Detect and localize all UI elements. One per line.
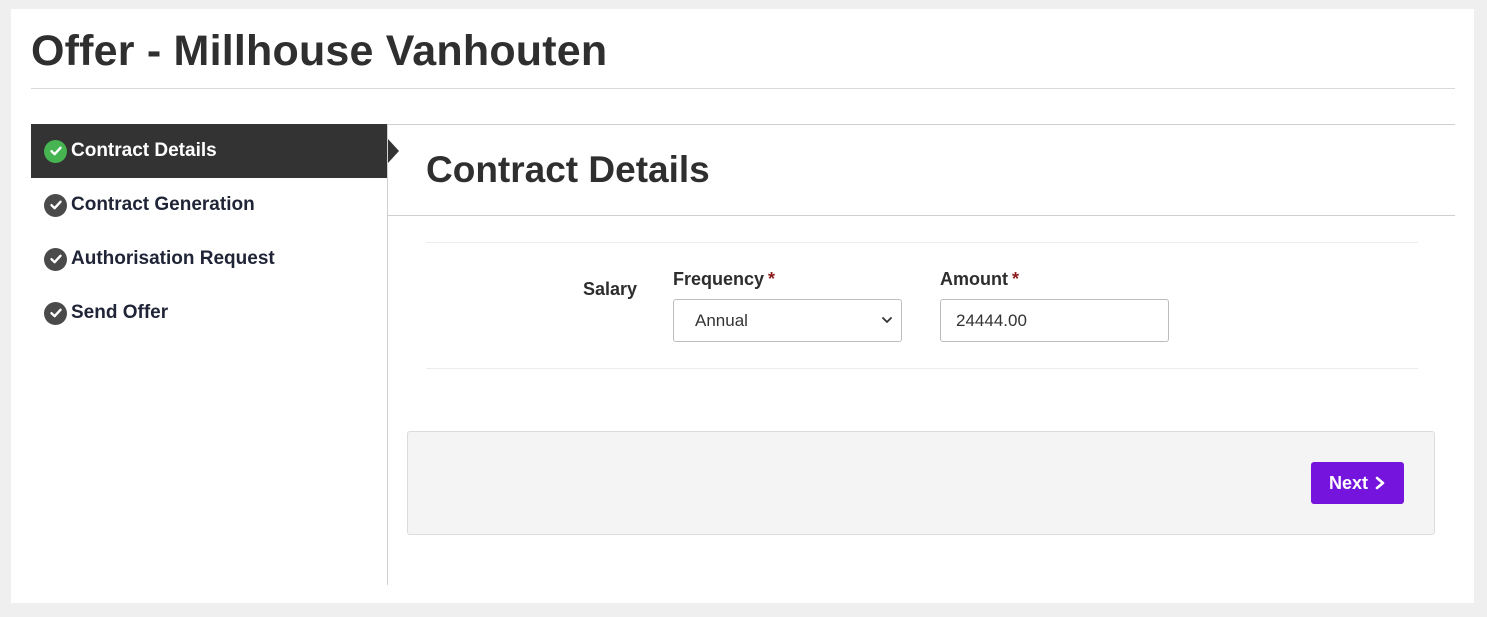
frequency-label: Frequency *	[673, 269, 775, 290]
frequency-select-value: Annual	[695, 310, 748, 330]
check-circle-icon	[44, 301, 67, 325]
next-button-label: Next	[1328, 472, 1368, 493]
page-title: Offer - Millhouse Vanhouten	[31, 27, 608, 75]
step-sidebar: Contract Details Contract Generation Aut…	[31, 124, 399, 340]
sidebar-item-contract-generation[interactable]: Contract Generation	[31, 178, 388, 232]
required-marker: *	[768, 269, 776, 289]
salary-label: Salary	[583, 279, 638, 299]
check-circle-icon	[44, 193, 67, 217]
sidebar-item-contract-details[interactable]: Contract Details	[31, 124, 399, 178]
section-divider	[388, 215, 1455, 216]
sidebar-item-authorisation-request[interactable]: Authorisation Request	[31, 232, 388, 286]
sidebar-item-send-offer[interactable]: Send Offer	[31, 286, 388, 340]
chevron-down-icon	[882, 317, 892, 323]
chevron-right-icon	[1375, 476, 1385, 490]
form-footer: Next	[407, 431, 1435, 535]
amount-input[interactable]: 24444.00	[940, 299, 1169, 342]
sidebar-divider	[387, 124, 388, 585]
frequency-select[interactable]: Annual	[673, 299, 902, 342]
frequency-label-text: Frequency	[673, 269, 765, 289]
sidebar-item-label: Contract Details	[71, 140, 217, 161]
check-circle-icon	[44, 247, 67, 271]
required-marker: *	[1011, 269, 1019, 289]
form-row-bottom-divider	[426, 368, 1418, 369]
next-button[interactable]: Next	[1311, 462, 1404, 504]
amount-label: Amount *	[940, 269, 1019, 290]
sidebar-item-label: Authorisation Request	[71, 248, 275, 269]
sidebar-item-label: Send Offer	[71, 302, 169, 323]
check-circle-icon	[44, 139, 67, 163]
offer-card: Offer - Millhouse Vanhouten Contract Det…	[11, 9, 1474, 603]
amount-input-value: 24444.00	[956, 310, 1027, 330]
sidebar-item-label: Contract Generation	[71, 194, 255, 215]
amount-label-text: Amount	[940, 269, 1008, 289]
main-top-divider	[388, 124, 1455, 125]
title-divider	[31, 88, 1455, 89]
form-row-top-divider	[426, 242, 1418, 243]
section-title: Contract Details	[426, 149, 710, 190]
